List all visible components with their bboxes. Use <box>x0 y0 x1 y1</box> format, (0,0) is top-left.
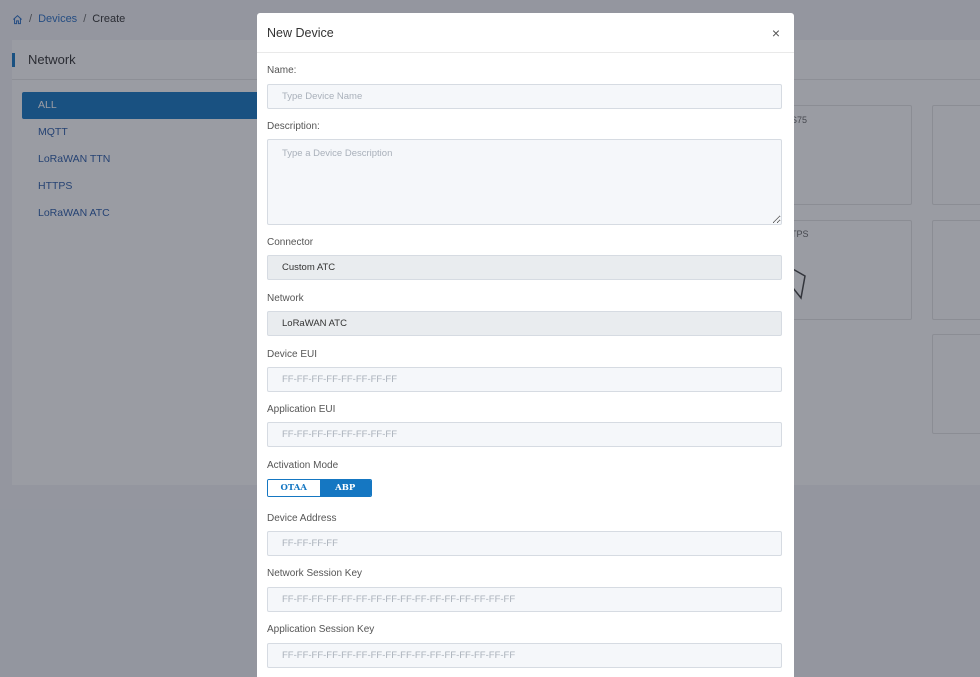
network-field <box>267 311 782 336</box>
device-address-input[interactable] <box>267 531 782 556</box>
description-label: Description: <box>267 121 320 132</box>
application-session-key-label: Application Session Key <box>267 624 375 635</box>
name-input[interactable] <box>267 84 782 109</box>
description-textarea[interactable] <box>267 139 782 225</box>
activation-mode-label: Activation Mode <box>267 460 339 471</box>
close-icon[interactable]: × <box>769 25 783 41</box>
new-device-modal: New Device × Name: Description: Connecto… <box>257 13 794 677</box>
network-label: Network <box>267 293 304 304</box>
connector-field <box>267 255 782 280</box>
modal-title: New Device <box>267 25 334 40</box>
otaa-toggle-button[interactable]: OTAA <box>268 480 320 496</box>
device-eui-input[interactable] <box>267 367 782 392</box>
device-address-label: Device Address <box>267 513 337 524</box>
connector-label: Connector <box>267 237 314 248</box>
device-eui-label: Device EUI <box>267 349 318 360</box>
application-eui-label: Application EUI <box>267 404 336 415</box>
modal-header: New Device × <box>257 13 794 53</box>
activation-mode-toggle: OTAA ABP <box>267 479 372 497</box>
name-label: Name: <box>267 65 297 76</box>
abp-toggle-button[interactable]: ABP <box>319 480 371 496</box>
network-session-key-input[interactable] <box>267 587 782 612</box>
network-session-key-label: Network Session Key <box>267 568 363 579</box>
application-eui-input[interactable] <box>267 422 782 447</box>
application-session-key-input[interactable] <box>267 643 782 668</box>
